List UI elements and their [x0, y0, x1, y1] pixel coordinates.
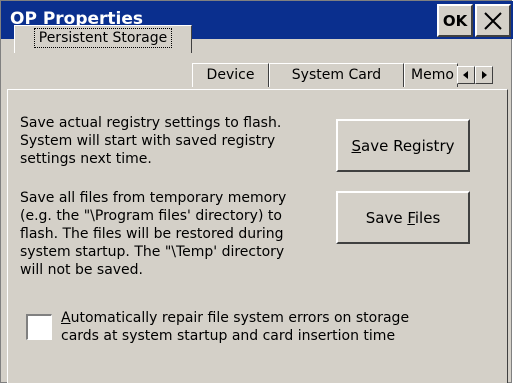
- auto-repair-checkbox[interactable]: [26, 314, 52, 340]
- close-button[interactable]: [475, 4, 511, 37]
- auto-repair-label[interactable]: Automatically repair file system errors …: [61, 309, 481, 345]
- tab-label: Memo: [411, 67, 454, 83]
- tab-system-card[interactable]: System Card: [269, 63, 404, 87]
- tab-label: System Card: [291, 67, 382, 83]
- close-icon: [484, 11, 502, 30]
- tab-device[interactable]: Device: [192, 63, 269, 87]
- tab-label: Device: [206, 67, 255, 83]
- arrow-right-icon: [482, 71, 487, 79]
- arrow-left-icon: [463, 71, 468, 79]
- files-description: Save all files from temporary memory (e.…: [20, 190, 287, 278]
- tab-persistent-storage[interactable]: Persistent Storage: [14, 25, 192, 53]
- tab-label: Persistent Storage: [33, 28, 173, 48]
- button-label: Save Registry: [351, 136, 455, 155]
- button-label: Save Files: [365, 208, 441, 227]
- op-properties-window: OP Properties OK Persistent Storage Devi…: [0, 0, 513, 383]
- tab-scroll-right-button[interactable]: [475, 66, 493, 84]
- registry-description: Save actual registry settings to flash. …: [20, 115, 282, 167]
- tab-memory[interactable]: Memo: [404, 63, 458, 87]
- save-files-button[interactable]: Save Files: [336, 191, 470, 244]
- tab-scroll-left-button[interactable]: [457, 66, 475, 84]
- ok-button[interactable]: OK: [437, 4, 473, 37]
- save-registry-button[interactable]: Save Registry: [336, 119, 470, 172]
